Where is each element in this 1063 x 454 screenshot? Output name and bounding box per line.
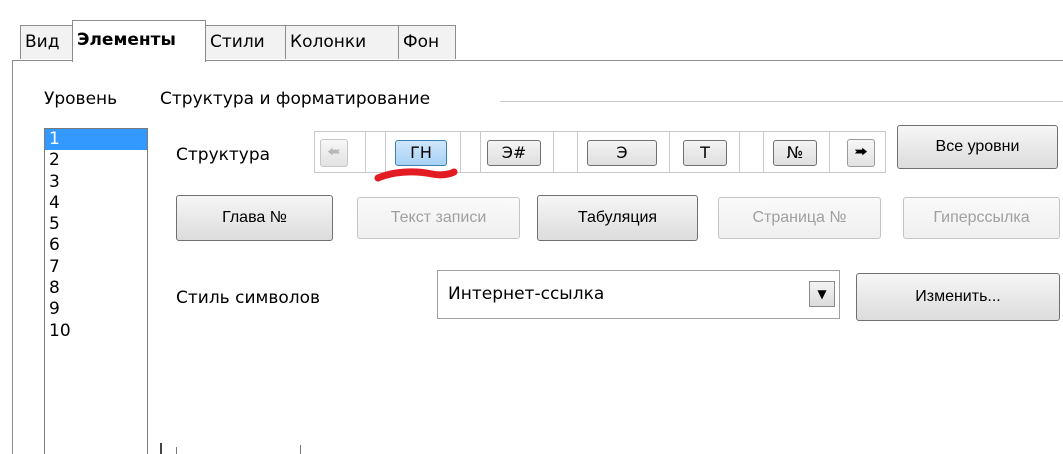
entry-text-button[interactable]: Текст записи	[357, 197, 520, 239]
strip-separator	[577, 132, 578, 172]
tab-styles[interactable]: Стили	[205, 25, 286, 59]
level-item[interactable]: 4	[45, 193, 147, 214]
level-item[interactable]: 1	[45, 129, 147, 151]
tab-columns-label: Колонки	[290, 32, 367, 52]
level-label: Уровень	[44, 89, 118, 109]
tab-background-label: Фон	[403, 32, 440, 52]
structure-label: Структура	[176, 145, 271, 165]
structure-token-page-number[interactable]: №	[773, 140, 817, 166]
tab-stop-button[interactable]: Табуляция	[537, 195, 698, 241]
cropped-divider	[160, 443, 162, 454]
strip-separator	[739, 132, 740, 172]
all-levels-button[interactable]: Все уровни	[897, 125, 1058, 169]
structure-token-tab[interactable]: Т	[683, 140, 727, 166]
structure-token-entry[interactable]: Э	[587, 140, 657, 166]
level-item[interactable]: 8	[45, 278, 147, 299]
all-levels-button-label: Все уровни	[935, 138, 1020, 155]
level-item[interactable]: 9	[45, 299, 147, 320]
hyperlink-button[interactable]: Гиперссылка	[903, 197, 1060, 239]
strip-separator	[669, 132, 670, 172]
level-item[interactable]: 3	[45, 172, 147, 193]
cropped-divider	[300, 445, 301, 454]
entry-text-button-label: Текст записи	[390, 209, 487, 226]
page-number-button-label: Страница №	[752, 209, 847, 226]
level-item[interactable]: 5	[45, 214, 147, 235]
tab-panel-left-border	[12, 60, 13, 454]
edit-style-button-label: Изменить...	[915, 288, 1001, 305]
char-style-label: Стиль символов	[176, 288, 321, 308]
tab-elements-label: Элементы	[77, 30, 176, 50]
strip-separator	[480, 132, 481, 172]
cropped-divider	[176, 447, 177, 454]
char-style-select[interactable]: Интернет-ссылка ▼	[437, 270, 840, 319]
structure-token-entry-number[interactable]: Э#	[487, 140, 541, 166]
section-title: Структура и форматирование	[160, 89, 431, 109]
chevron-down-icon[interactable]: ▼	[809, 281, 835, 307]
strip-separator	[763, 132, 764, 172]
strip-separator	[460, 132, 461, 172]
tab-columns[interactable]: Колонки	[285, 25, 399, 59]
strip-separator	[365, 132, 366, 172]
strip-separator	[829, 132, 830, 172]
chapter-number-button-label: Глава №	[222, 209, 287, 226]
tab-view-label: Вид	[25, 32, 60, 52]
section-divider	[500, 101, 1063, 102]
edit-style-button[interactable]: Изменить...	[856, 273, 1060, 321]
strip-separator	[553, 132, 554, 172]
annotation-underline	[374, 168, 458, 182]
level-item[interactable]: 10	[45, 321, 147, 342]
arrow-left-icon[interactable]: 🢘	[320, 139, 348, 167]
tab-stop-button-label: Табуляция	[577, 209, 658, 226]
level-list[interactable]: 1 2 3 4 5 6 7 8 9 10	[44, 128, 148, 454]
tab-styles-label: Стили	[210, 32, 265, 52]
tab-background[interactable]: Фон	[398, 25, 456, 59]
level-item[interactable]: 6	[45, 235, 147, 256]
level-item[interactable]: 7	[45, 257, 147, 278]
tab-elements[interactable]: Элементы	[72, 20, 206, 62]
chapter-number-button[interactable]: Глава №	[176, 195, 333, 241]
arrow-right-icon[interactable]: 🢚	[847, 139, 875, 167]
structure-token-chapter[interactable]: ГН	[395, 140, 447, 166]
level-item[interactable]: 2	[45, 150, 147, 171]
char-style-value: Интернет-ссылка	[448, 284, 605, 304]
tab-view[interactable]: Вид	[20, 25, 73, 59]
page-number-button[interactable]: Страница №	[718, 197, 881, 239]
hyperlink-button-label: Гиперссылка	[933, 209, 1030, 226]
